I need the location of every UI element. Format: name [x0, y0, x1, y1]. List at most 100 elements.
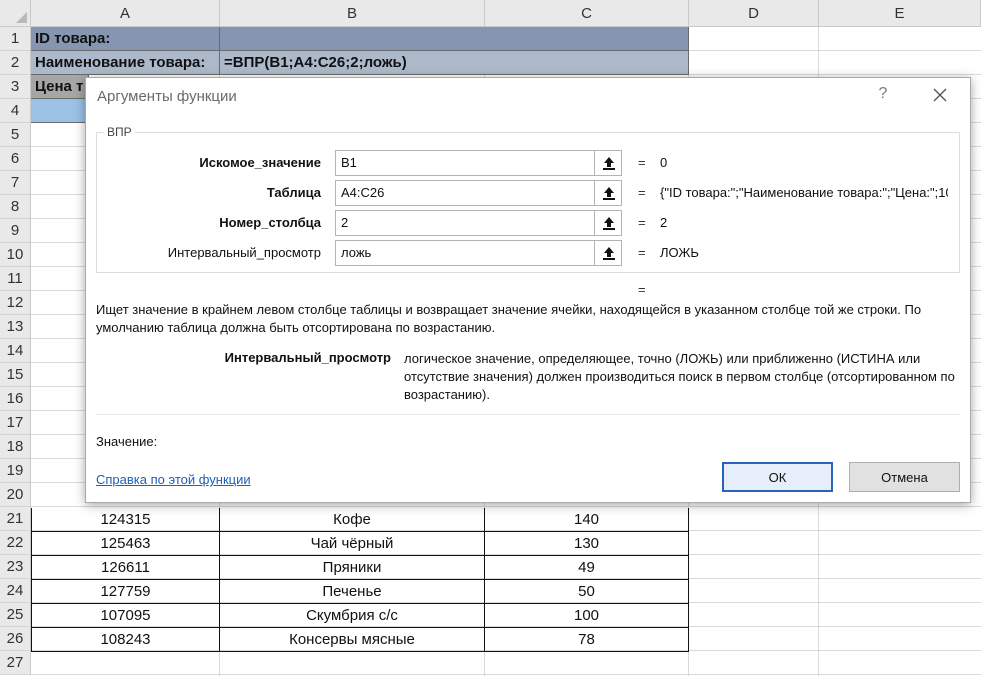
cell-price[interactable]: 140 [485, 508, 689, 532]
select-all-corner[interactable] [0, 0, 31, 27]
cell-b1[interactable] [220, 27, 689, 51]
cell-id[interactable]: 107095 [31, 604, 220, 628]
table-row: 126611 Пряники 49 [31, 556, 689, 580]
function-description: Ищет значение в крайнем левом столбце та… [96, 302, 922, 335]
cell-price[interactable]: 100 [485, 604, 689, 628]
function-arguments-dialog: Аргументы функции ? ВПР Искомое_значение… [85, 77, 971, 503]
eq-sign: = [638, 245, 646, 260]
collapse-button-table[interactable] [594, 180, 622, 206]
help-on-function-link[interactable]: Справка по этой функции [96, 472, 251, 487]
arg-label-range-lookup: Интервальный_просмотр [167, 245, 321, 260]
row-header[interactable]: 5 [0, 123, 31, 147]
cell-id[interactable]: 126611 [31, 556, 220, 580]
arg-label-lookup-value: Искомое_значение [199, 155, 321, 170]
row-header[interactable]: 27 [0, 651, 31, 675]
cell-price[interactable]: 50 [485, 580, 689, 604]
cell-b2-formula[interactable]: =ВПР(B1;A4:C26;2;ложь) [220, 51, 689, 75]
column-header-c[interactable]: C [485, 0, 689, 27]
table-row: 108243 Консервы мясные 78 [31, 628, 689, 652]
row-header[interactable]: 24 [0, 579, 31, 603]
formula-result-eq: = [638, 282, 646, 297]
row-header[interactable]: 4 [0, 99, 31, 123]
row-header[interactable]: 23 [0, 555, 31, 579]
arg-description-text: логическое значение, определяющее, точно… [404, 351, 955, 402]
row-header[interactable]: 20 [0, 483, 31, 507]
column-header-e[interactable]: E [819, 0, 981, 27]
gridline [31, 506, 981, 507]
row-header[interactable]: 7 [0, 171, 31, 195]
row-header[interactable]: 11 [0, 267, 31, 291]
cell-price[interactable]: 130 [485, 532, 689, 556]
arg-result-lookup-value: 0 [660, 155, 668, 170]
arg-description-name: Интервальный_просмотр [224, 350, 391, 365]
gridline [31, 674, 981, 675]
row-header[interactable]: 16 [0, 387, 31, 411]
cell-name[interactable]: Печенье [220, 580, 485, 604]
row-header[interactable]: 14 [0, 339, 31, 363]
collapse-button-lookup-value[interactable] [594, 150, 622, 176]
ok-button[interactable]: ОК [722, 462, 833, 492]
range-lookup-input[interactable]: ложь [335, 240, 622, 266]
dialog-title: Аргументы функции [97, 88, 237, 105]
row-header[interactable]: 8 [0, 195, 31, 219]
row-header[interactable]: 10 [0, 243, 31, 267]
cell-name[interactable]: Чай чёрный [220, 532, 485, 556]
column-header-d[interactable]: D [689, 0, 819, 27]
close-button[interactable] [931, 86, 949, 104]
table-array-input[interactable]: A4:C26 [335, 180, 622, 206]
table-row: 124315 Кофе 140 [31, 508, 689, 532]
cell-id[interactable]: 124315 [31, 508, 220, 532]
col-index-input[interactable]: 2 [335, 210, 622, 236]
close-icon [933, 88, 947, 102]
row-header[interactable]: 3 [0, 75, 31, 99]
cell-id[interactable]: 108243 [31, 628, 220, 652]
arg-label-table: Таблица [266, 185, 321, 200]
row-header[interactable]: 15 [0, 363, 31, 387]
row-header[interactable]: 1 [0, 27, 31, 51]
eq-sign: = [638, 155, 646, 170]
row-header[interactable]: 19 [0, 459, 31, 483]
cell-id[interactable]: 125463 [31, 532, 220, 556]
column-header-b[interactable]: B [220, 0, 485, 27]
row-header[interactable]: 13 [0, 315, 31, 339]
row-header[interactable]: 17 [0, 411, 31, 435]
cell-id[interactable]: 127759 [31, 580, 220, 604]
cell-name[interactable]: Консервы мясные [220, 628, 485, 652]
eq-sign: = [638, 215, 646, 230]
cell-a4[interactable] [31, 99, 89, 123]
divider [96, 414, 960, 415]
cell-name[interactable]: Кофе [220, 508, 485, 532]
cell-a2[interactable]: Наименование товара: [31, 51, 220, 75]
row-header[interactable]: 25 [0, 603, 31, 627]
cell-name[interactable]: Скумбрия с/с [220, 604, 485, 628]
row-header[interactable]: 12 [0, 291, 31, 315]
lookup-value-input[interactable]: B1 [335, 150, 622, 176]
collapse-dialog-icon [602, 247, 615, 260]
cell-a1[interactable]: ID товара: [31, 27, 220, 51]
collapse-dialog-icon [602, 157, 615, 170]
table-row: 125463 Чай чёрный 130 [31, 532, 689, 556]
row-header[interactable]: 6 [0, 147, 31, 171]
row-header[interactable]: 26 [0, 627, 31, 651]
product-table: 124315 Кофе 140 125463 Чай чёрный 130 12… [31, 508, 689, 652]
row-header[interactable]: 22 [0, 531, 31, 555]
table-row: 127759 Печенье 50 [31, 580, 689, 604]
cell-price[interactable]: 78 [485, 628, 689, 652]
row-header[interactable]: 2 [0, 51, 31, 75]
table-row: 107095 Скумбрия с/с 100 [31, 604, 689, 628]
row-header[interactable]: 21 [0, 507, 31, 531]
cell-price[interactable]: 49 [485, 556, 689, 580]
column-header-a[interactable]: A [31, 0, 220, 27]
collapse-dialog-icon [602, 217, 615, 230]
cell-name[interactable]: Пряники [220, 556, 485, 580]
row-header[interactable]: 18 [0, 435, 31, 459]
row-header[interactable]: 9 [0, 219, 31, 243]
arg-label-col-index: Номер_столбца [219, 215, 321, 230]
arg-result-range-lookup: ЛОЖЬ [660, 245, 699, 260]
cancel-button[interactable]: Отмена [849, 462, 960, 492]
cell-a3[interactable]: Цена т [31, 75, 89, 99]
collapse-button-col-index[interactable] [594, 210, 622, 236]
collapse-button-range-lookup[interactable] [594, 240, 622, 266]
formula-result-label: Значение: [96, 434, 158, 449]
help-button[interactable]: ? [875, 85, 891, 103]
